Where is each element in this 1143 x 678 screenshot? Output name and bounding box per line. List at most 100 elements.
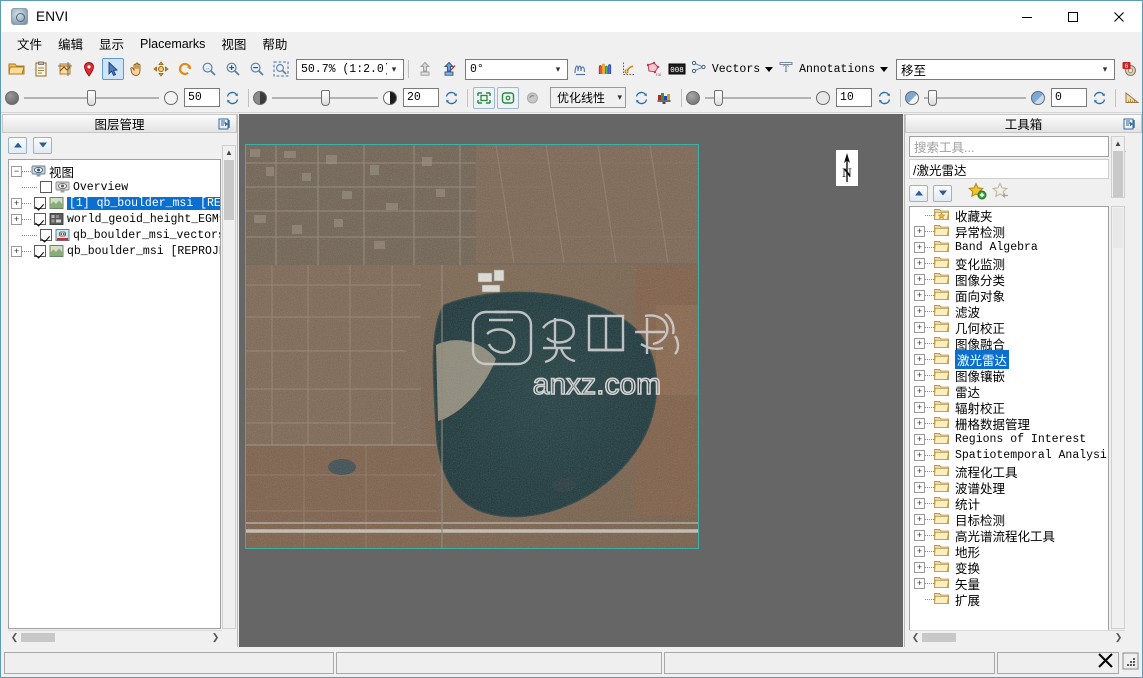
scroll-up-arrow-icon[interactable]: ▲ xyxy=(223,146,235,159)
cursor-select-icon[interactable] xyxy=(102,58,124,80)
panel-pin-icon[interactable] xyxy=(1123,117,1138,131)
minimize-button[interactable] xyxy=(1004,1,1050,32)
reset-brightness-icon[interactable] xyxy=(221,87,243,109)
expand-expander-icon[interactable]: + xyxy=(914,273,925,285)
goto-combo[interactable]: 移至 ▾ xyxy=(895,58,1115,80)
toolbox-item-24[interactable]: 扩展 xyxy=(910,591,1108,608)
toolbox-item-14[interactable]: + Regions of Interest xyxy=(910,431,1108,447)
spectral-profile-icon[interactable] xyxy=(594,58,616,80)
menu-file[interactable]: 文件 xyxy=(9,31,50,56)
data-extent-icon[interactable] xyxy=(497,86,519,109)
tree-row-qb-boulder-msi-1[interactable]: + [1] qb_boulder_msi [REP xyxy=(9,195,220,211)
toolbox-item-5[interactable]: + 面向对象 xyxy=(910,287,1108,304)
reset-contrast-icon[interactable] xyxy=(440,87,462,109)
layer-move-down-button[interactable] xyxy=(33,136,52,154)
toolbox-item-7[interactable]: + 几何校正 xyxy=(910,319,1108,336)
reset-sharpen-icon[interactable] xyxy=(873,87,895,109)
vectors-menu[interactable]: Vectors xyxy=(691,60,777,79)
brightness-value[interactable]: 50 xyxy=(184,88,220,107)
measure-ruler-icon[interactable] xyxy=(1121,87,1142,109)
toolbox-item-3[interactable]: + 变化监测 xyxy=(910,255,1108,272)
annotations-menu[interactable]: T Annotations xyxy=(778,60,892,79)
tree-row-view-root[interactable]: − 视图 xyxy=(9,163,220,180)
clipboard-icon[interactable] xyxy=(30,58,52,80)
remove-favorite-star-icon[interactable] xyxy=(991,181,1011,205)
brightness-slider[interactable] xyxy=(24,89,159,106)
transparency-slider[interactable] xyxy=(924,89,1026,106)
panel-pin-icon[interactable] xyxy=(218,117,233,131)
rotation-combo[interactable]: 0° ▾ xyxy=(465,58,568,80)
toolbox-next-button[interactable] xyxy=(933,184,952,202)
toolbox-item-1[interactable]: + 异常检测 xyxy=(910,223,1108,240)
expand-expander-icon[interactable]: + xyxy=(914,321,925,333)
expand-expander-icon[interactable]: + xyxy=(914,449,925,461)
expand-expander-icon[interactable]: + xyxy=(914,369,925,381)
layer-move-up-button[interactable] xyxy=(8,136,27,154)
cursor-value-icon[interactable] xyxy=(570,58,592,80)
zoom-fit-icon[interactable]: ↔ xyxy=(198,58,220,80)
expand-expander-icon[interactable]: + xyxy=(914,545,925,557)
layer-checkbox-world-geoid[interactable] xyxy=(34,213,46,225)
stretch-type-combo[interactable]: 优化线性 ▾ xyxy=(550,87,626,108)
expand-expander-icon[interactable]: + xyxy=(914,257,925,269)
expand-expander-icon[interactable]: + xyxy=(914,497,925,509)
toolbox-item-13[interactable]: + 栅格数据管理 xyxy=(910,415,1108,432)
tree-row-qb-boulder-vectors[interactable]: qb_boulder_msi_vectors. xyxy=(9,227,220,243)
toolbox-item-23[interactable]: + 矢量 xyxy=(910,575,1108,592)
toolbox-item-16[interactable]: + 流程化工具 xyxy=(910,463,1108,480)
toolbox-item-17[interactable]: + 波谱处理 xyxy=(910,479,1108,496)
add-favorite-star-icon[interactable] xyxy=(968,181,987,205)
toolbox-tree[interactable]: 收藏夹 + 异常检测 + Band Algebra + 变化监测 + 图像分类 + 面向对象 + 滤波 +… xyxy=(909,206,1109,640)
menu-placemarks[interactable]: Placemarks xyxy=(132,34,213,54)
expand-expander-icon[interactable]: + xyxy=(914,305,925,317)
expand-expander-icon[interactable]: + xyxy=(914,529,925,541)
expand-expander-icon[interactable]: + xyxy=(914,417,925,429)
expand-expander-icon[interactable]: + xyxy=(914,481,925,493)
placemark-pin-icon[interactable] xyxy=(78,58,100,80)
contrast-value[interactable]: 20 xyxy=(403,88,439,107)
expand-expander-icon[interactable]: + xyxy=(914,385,925,397)
scroll-right-arrow-icon[interactable]: ❯ xyxy=(1112,632,1125,643)
toolbox-search-vscrollbar[interactable]: ▲ xyxy=(1111,136,1125,198)
zoom-region-icon[interactable] xyxy=(270,58,292,80)
geolink-on-icon[interactable] xyxy=(438,58,460,80)
full-extent-icon[interactable] xyxy=(473,86,495,109)
sharpen-value[interactable]: 10 xyxy=(836,88,872,107)
fly-move-icon[interactable] xyxy=(150,58,172,80)
toolbox-item-11[interactable]: + 雷达 xyxy=(910,383,1108,400)
toolbox-item-10[interactable]: + 图像镶嵌 xyxy=(910,367,1108,384)
menu-edit[interactable]: 编辑 xyxy=(50,31,91,56)
status-resize-grip-icon[interactable] xyxy=(1122,652,1139,675)
reset-stretch-icon[interactable] xyxy=(630,87,652,109)
expand-expander-icon[interactable]: + xyxy=(914,241,925,253)
histogram-icon[interactable] xyxy=(654,87,676,109)
expand-expander-icon[interactable]: + xyxy=(11,197,22,209)
extensions-gear-icon[interactable]: 6 xyxy=(1119,58,1141,80)
rotate-icon[interactable] xyxy=(174,58,196,80)
toolbox-tree-vscrollbar[interactable] xyxy=(1111,206,1125,629)
collapse-expander-icon[interactable]: − xyxy=(11,165,22,177)
status-close-icon[interactable] xyxy=(1097,652,1114,674)
layer-checkbox-overview[interactable] xyxy=(40,181,52,193)
maximize-button[interactable] xyxy=(1050,1,1096,32)
scroll-left-arrow-icon[interactable]: ❮ xyxy=(8,632,21,643)
tree-row-qb-boulder-msi-2[interactable]: + qb_boulder_msi [REPROJE xyxy=(9,243,220,259)
expand-expander-icon[interactable]: + xyxy=(11,213,22,225)
expand-expander-icon[interactable]: + xyxy=(11,245,22,257)
toolbox-item-21[interactable]: + 地形 xyxy=(910,543,1108,560)
toolbox-item-18[interactable]: + 统计 xyxy=(910,495,1108,512)
menu-view[interactable]: 视图 xyxy=(213,31,254,56)
refresh-disabled-icon[interactable] xyxy=(521,87,543,109)
scroll-left-arrow-icon[interactable]: ❮ xyxy=(909,632,922,643)
expand-expander-icon[interactable]: + xyxy=(914,577,925,589)
pixel-value-icon[interactable]: 008 xyxy=(666,58,688,80)
toolbox-tree-hscrollbar[interactable]: ❮ ❯ xyxy=(909,630,1125,643)
contrast-slider[interactable] xyxy=(272,89,378,106)
toolbox-prev-button[interactable] xyxy=(909,184,928,202)
crop-icon[interactable] xyxy=(54,58,76,80)
scroll-right-arrow-icon[interactable]: ❯ xyxy=(209,632,222,643)
toolbox-search-input[interactable]: 搜索工具... xyxy=(909,136,1109,157)
layer-tree[interactable]: − 视图 Overview + [1] qb_boulder_msi [REP … xyxy=(8,159,221,629)
menu-help[interactable]: 帮助 xyxy=(254,31,295,56)
toolbox-item-22[interactable]: + 变换 xyxy=(910,559,1108,576)
